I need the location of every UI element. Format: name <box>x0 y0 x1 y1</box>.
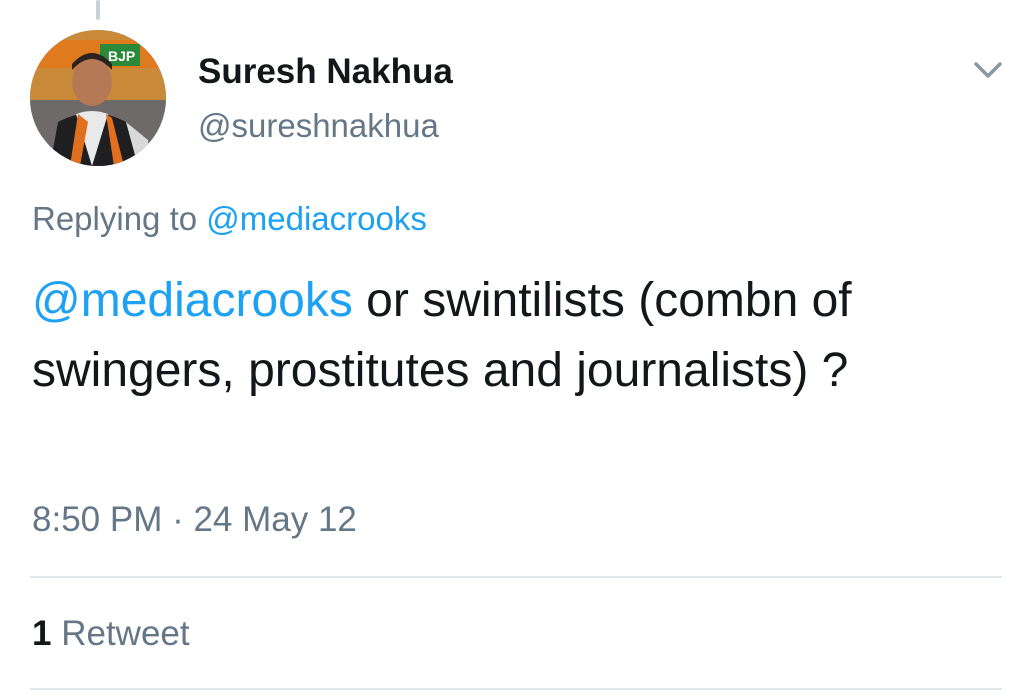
avatar-badge-text: BJP <box>108 48 135 64</box>
retweet-stats[interactable]: 1 Retweet <box>32 614 190 654</box>
retweet-label: Retweet <box>61 614 190 653</box>
avatar-photo: BJP <box>30 30 166 166</box>
author-name[interactable]: Suresh Nakhua <box>198 52 453 92</box>
retweet-count: 1 <box>32 614 52 653</box>
replying-to-label: Replying to <box>32 200 198 237</box>
thread-connector-line <box>96 0 100 20</box>
avatar[interactable]: BJP <box>30 30 166 166</box>
replying-to-link[interactable]: @mediacrooks <box>206 200 427 237</box>
author-handle[interactable]: @sureshnakhua <box>198 107 439 145</box>
tweet-timestamp[interactable]: 8:50 PM · 24 May 12 <box>32 500 357 540</box>
replying-to-line: Replying to @mediacrooks <box>32 200 427 238</box>
divider <box>30 688 1002 690</box>
tweet-mention-link[interactable]: @mediacrooks <box>32 274 353 327</box>
tweet-text: @mediacrooks or swintilists (combn of sw… <box>32 266 1012 406</box>
tweet-detail: BJP Suresh Nakhua @sureshnakhua Replying… <box>0 0 1030 700</box>
chevron-down-icon[interactable] <box>968 52 1008 86</box>
divider <box>30 576 1002 578</box>
